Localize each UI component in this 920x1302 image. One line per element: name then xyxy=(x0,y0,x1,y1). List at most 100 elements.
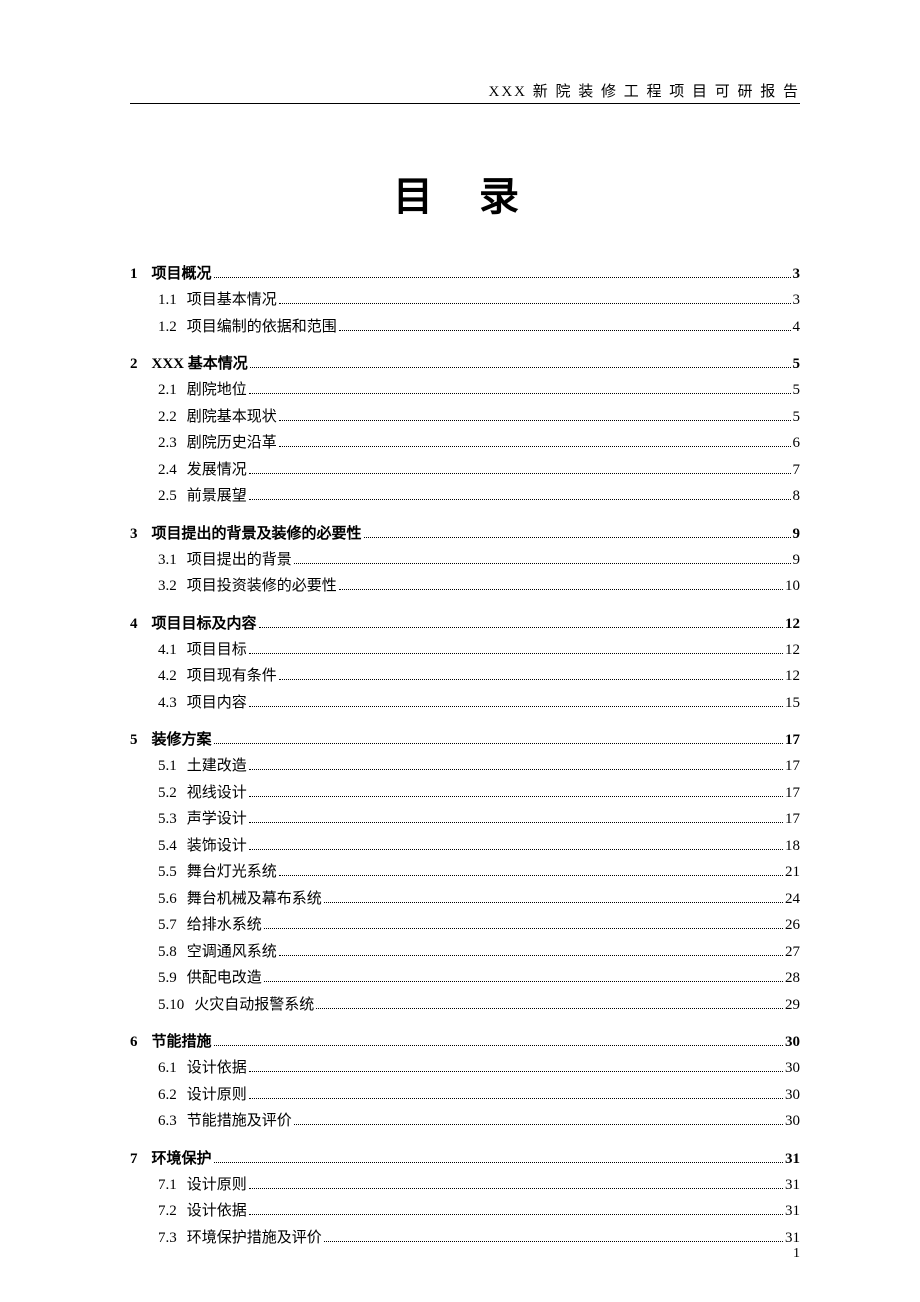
toc-number: 2 xyxy=(130,356,138,373)
toc-section: 1项目概况3 xyxy=(130,262,800,283)
toc-page: 28 xyxy=(785,967,800,990)
toc-page: 26 xyxy=(785,914,800,937)
toc-subitem: 6.3 节能措施及评价 30 xyxy=(158,1110,800,1133)
toc-text: 土建改造 xyxy=(187,755,247,778)
toc-leader-dots xyxy=(264,981,783,982)
toc-page: 18 xyxy=(785,835,800,858)
toc-subitem: 6.2设计原则30 xyxy=(158,1084,800,1107)
toc-leader-dots xyxy=(249,473,791,474)
toc-text: 项目投资装修的必要性 xyxy=(187,575,337,598)
toc-text: 装饰设计 xyxy=(187,835,247,858)
toc-text: 剧院基本现状 xyxy=(187,406,277,429)
toc-page: 6 xyxy=(793,432,801,455)
toc-subitem: 5.1土建改造17 xyxy=(158,755,800,778)
toc-number: 3.1 xyxy=(158,549,177,572)
toc-text: 项目编制的依据和范围 xyxy=(187,316,337,339)
toc-text: 节能措施及评价 xyxy=(187,1110,292,1133)
toc-text: 项目内容 xyxy=(187,692,247,715)
toc-leader-dots xyxy=(324,1241,783,1242)
toc-page: 30 xyxy=(785,1110,800,1133)
toc-subitem: 5.5舞台灯光系统21 xyxy=(158,861,800,884)
toc-subitem: 5.2视线设计17 xyxy=(158,782,800,805)
toc-page: 8 xyxy=(793,485,801,508)
toc-subitem: 5.10火灾自动报警系统29 xyxy=(158,994,800,1017)
toc-text: 环境保护措施及评价 xyxy=(187,1227,322,1250)
toc-subitem: 1.1项目基本情况3 xyxy=(158,289,800,312)
toc-leader-dots xyxy=(339,589,783,590)
toc-text: XXX 基本情况 xyxy=(152,352,248,373)
toc-page: 17 xyxy=(785,808,800,831)
toc-section: 3项目提出的背景及装修的必要性9 xyxy=(130,522,800,543)
toc-number: 6 xyxy=(130,1034,138,1051)
toc-number: 2.2 xyxy=(158,406,177,429)
toc-leader-dots xyxy=(249,653,783,654)
toc-text: 供配电改造 xyxy=(187,967,262,990)
toc-leader-dots xyxy=(249,796,783,797)
toc-section: 7环境保护31 xyxy=(130,1147,800,1168)
toc-section: 2 XXX 基本情况 5 xyxy=(130,352,800,373)
toc-number: 7.3 xyxy=(158,1227,177,1250)
toc-section: 5装修方案17 xyxy=(130,728,800,749)
toc-number: 6.1 xyxy=(158,1057,177,1080)
toc-text: 节能措施 xyxy=(152,1030,212,1051)
toc-leader-dots xyxy=(279,679,783,680)
toc-subitem: 4.1项目目标12 xyxy=(158,639,800,662)
toc-text: 项目现有条件 xyxy=(187,665,277,688)
toc-leader-dots xyxy=(249,1188,783,1189)
toc-subitem: 3.1项目提出的背景9 xyxy=(158,549,800,572)
toc-subitem: 7.2设计依据31 xyxy=(158,1200,800,1223)
toc-page: 17 xyxy=(785,782,800,805)
toc-subitem: 5.6舞台机械及幕布系统24 xyxy=(158,888,800,911)
toc-leader-dots xyxy=(259,627,783,628)
toc-leader-dots xyxy=(214,743,783,744)
toc-subitem: 4.2 项目现有条件 12 xyxy=(158,665,800,688)
toc-leader-dots xyxy=(294,563,791,564)
toc-number: 1.2 xyxy=(158,316,177,339)
toc-number: 2.1 xyxy=(158,379,177,402)
toc-leader-dots xyxy=(249,769,783,770)
toc-text: 装修方案 xyxy=(152,728,212,749)
toc-subitem: 5.3声学设计17 xyxy=(158,808,800,831)
toc-page: 4 xyxy=(793,316,801,339)
toc-leader-dots xyxy=(339,330,791,331)
toc-page: 17 xyxy=(785,732,800,749)
toc-subitem: 7.3环境保护措施及评价31 xyxy=(158,1227,800,1250)
toc-leader-dots xyxy=(264,928,783,929)
toc-number: 5.10 xyxy=(158,994,184,1017)
toc-subitem: 3.2项目投资装修的必要性10 xyxy=(158,575,800,598)
toc-number: 3 xyxy=(130,526,138,543)
toc-leader-dots xyxy=(249,706,783,707)
toc-leader-dots xyxy=(214,277,791,278)
toc-number: 2.5 xyxy=(158,485,177,508)
toc-page: 31 xyxy=(785,1200,800,1223)
toc-number: 5.9 xyxy=(158,967,177,990)
toc-page: 7 xyxy=(793,459,801,482)
toc-subitem: 5.4装饰设计18 xyxy=(158,835,800,858)
toc-leader-dots xyxy=(250,367,791,368)
toc-page: 5 xyxy=(793,356,801,373)
toc-page: 31 xyxy=(785,1151,800,1168)
toc-leader-dots xyxy=(249,849,783,850)
toc-page: 29 xyxy=(785,994,800,1017)
toc-number: 6.2 xyxy=(158,1084,177,1107)
toc-number: 4.3 xyxy=(158,692,177,715)
toc-page: 12 xyxy=(785,665,800,688)
toc-text: 剧院历史沿革 xyxy=(187,432,277,455)
toc-text: 空调通风系统 xyxy=(187,941,277,964)
toc-page: 9 xyxy=(793,526,801,543)
toc-page: 5 xyxy=(793,406,801,429)
toc-text: 前景展望 xyxy=(187,485,247,508)
toc-number: 6.3 xyxy=(158,1110,177,1133)
toc-leader-dots xyxy=(214,1162,783,1163)
toc-leader-dots xyxy=(316,1008,783,1009)
page-number: 1 xyxy=(793,1246,800,1262)
toc-subitem: 2.5 前景展望 8 xyxy=(158,485,800,508)
toc-text: 给排水系统 xyxy=(187,914,262,937)
toc-number: 2.4 xyxy=(158,459,177,482)
toc-section: 6节能措施30 xyxy=(130,1030,800,1051)
toc-text: 项目基本情况 xyxy=(187,289,277,312)
toc-subitem: 5.7给排水系统26 xyxy=(158,914,800,937)
toc-subitem: 5.9 供配电改造 28 xyxy=(158,967,800,990)
toc-page: 15 xyxy=(785,692,800,715)
toc-number: 4.2 xyxy=(158,665,177,688)
